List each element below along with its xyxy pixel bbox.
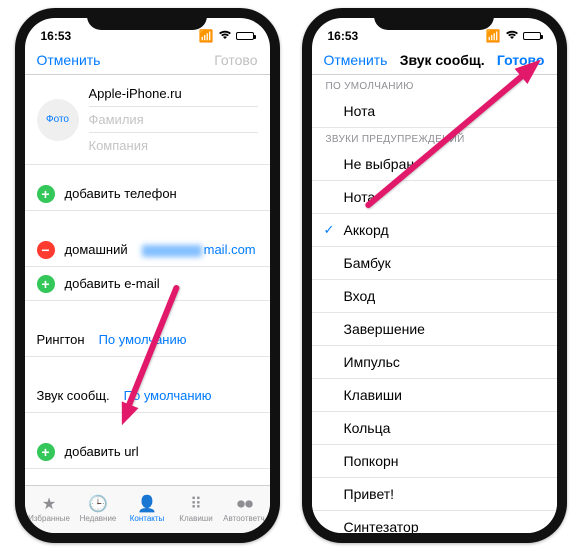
sound-item[interactable]: Не выбран	[312, 148, 557, 181]
sound-item[interactable]: Аккорд	[312, 214, 557, 247]
battery-icon	[523, 32, 541, 40]
sound-item[interactable]: Импульс	[312, 346, 557, 379]
keypad-icon: ⠿	[190, 497, 202, 513]
sound-item[interactable]: Завершение	[312, 313, 557, 346]
wifi-icon	[218, 29, 232, 43]
email-row[interactable]: − домашний mail.com	[25, 233, 270, 267]
battery-icon	[236, 32, 254, 40]
first-name-field[interactable]: Apple-iPhone.ru	[89, 81, 258, 107]
section-header-alerts: ЗВУКИ ПРЕДУПРЕЖДЕНИЙ	[312, 128, 557, 148]
minus-icon: −	[37, 241, 55, 259]
section-header-default: ПО УМОЛЧАНИЮ	[312, 75, 557, 95]
sound-item[interactable]: Бамбук	[312, 247, 557, 280]
sound-item[interactable]: Попкорн	[312, 445, 557, 478]
notch	[87, 8, 207, 30]
page-title: Звук сообщ.	[400, 52, 485, 68]
right-phone: 16:53 📶 Отменить Звук сообщ. Готово ПО У…	[302, 8, 567, 543]
done-button[interactable]: Готово	[497, 52, 545, 68]
tab-keypad[interactable]: ⠿ Клавиши	[172, 486, 221, 533]
texttone-row[interactable]: Звук сообщ. По умолчанию	[25, 379, 270, 413]
star-icon: ★	[42, 497, 56, 513]
tab-favorites[interactable]: ★ Избранные	[25, 486, 74, 533]
status-time: 16:53	[328, 29, 359, 43]
done-button[interactable]: Готово	[214, 52, 257, 68]
add-photo-button[interactable]: Фото	[37, 99, 79, 141]
plus-icon: +	[37, 443, 55, 461]
sound-item[interactable]: Синтезатор	[312, 511, 557, 533]
sound-item[interactable]: Кольца	[312, 412, 557, 445]
tab-recents[interactable]: 🕒 Недавние	[74, 486, 123, 533]
company-field[interactable]: Компания	[89, 133, 258, 158]
status-time: 16:53	[41, 29, 72, 43]
tab-voicemail[interactable]: ⏺⏺ Автоответч.	[221, 486, 270, 533]
cancel-button[interactable]: Отменить	[324, 52, 388, 68]
wifi-icon	[505, 29, 519, 43]
sound-item[interactable]: Нота	[312, 181, 557, 214]
sound-item[interactable]: Привет!	[312, 478, 557, 511]
left-phone: 16:53 📶 Отменить Готово Фото Apple-iPhon…	[15, 8, 280, 543]
tab-bar: ★ Избранные 🕒 Недавние 👤 Контакты ⠿ Клав…	[25, 485, 270, 533]
plus-icon: +	[37, 275, 55, 293]
cancel-button[interactable]: Отменить	[37, 52, 101, 68]
add-url-row[interactable]: + добавить url	[25, 435, 270, 469]
ringtone-row[interactable]: Рингтон По умолчанию	[25, 323, 270, 357]
voicemail-icon: ⏺⏺	[237, 497, 253, 513]
navbar: Отменить Готово	[25, 48, 270, 75]
signal-icon: 📶	[199, 29, 214, 43]
navbar: Отменить Звук сообщ. Готово	[312, 48, 557, 75]
last-name-field[interactable]: Фамилия	[89, 107, 258, 133]
sound-item-default[interactable]: Нота	[312, 95, 557, 128]
add-email-row[interactable]: + добавить e-mail	[25, 267, 270, 301]
add-phone-row[interactable]: + добавить телефон	[25, 177, 270, 211]
clock-icon: 🕒	[88, 497, 108, 513]
tab-contacts[interactable]: 👤 Контакты	[123, 486, 172, 533]
plus-icon: +	[37, 185, 55, 203]
contact-icon: 👤	[137, 497, 157, 513]
notch	[374, 8, 494, 30]
sound-item[interactable]: Вход	[312, 280, 557, 313]
sound-item[interactable]: Клавиши	[312, 379, 557, 412]
signal-icon: 📶	[486, 29, 501, 43]
